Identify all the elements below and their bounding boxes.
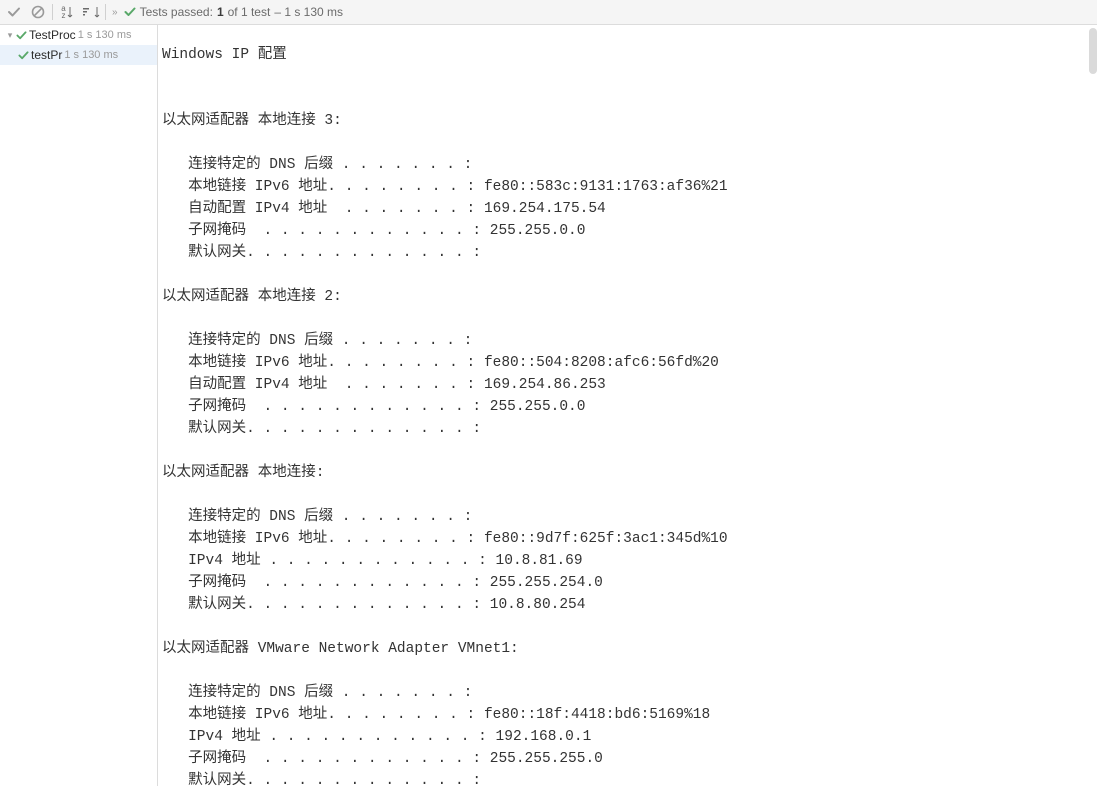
status-prefix: Tests passed: [140, 5, 213, 19]
test-toolbar: az » Tests passed: [0, 0, 1097, 25]
status-time: – 1 s 130 ms [274, 5, 343, 19]
sort-alpha-button[interactable]: az [55, 1, 79, 23]
sort-alpha-icon: az [61, 5, 65, 19]
test-status: Tests passed: 1 of 1 test – 1 s 130 ms [124, 5, 343, 19]
separator [52, 4, 53, 20]
forbidden-icon [31, 5, 45, 19]
sort-duration-button[interactable] [79, 1, 103, 23]
status-mid: of 1 test [228, 5, 271, 19]
node-name: TestProc [29, 28, 76, 42]
scrollbar-track[interactable] [1089, 26, 1097, 786]
show-ignored-toggle[interactable] [26, 1, 50, 23]
console-scroll[interactable]: Windows IP 配置 以太网适配器 本地连接 3: 连接特定的 DNS 后… [158, 25, 1097, 786]
scrollbar-thumb[interactable] [1089, 28, 1097, 74]
check-icon [7, 5, 21, 19]
console-output: Windows IP 配置 以太网适配器 本地连接 3: 连接特定的 DNS 后… [158, 40, 1097, 786]
separator [105, 4, 106, 20]
check-icon [124, 6, 136, 18]
tree-node-child[interactable]: testPr 1 s 130 ms [0, 45, 157, 65]
collapse-icon[interactable]: ▾ [4, 30, 16, 41]
expand-chevron-icon[interactable]: » [108, 7, 122, 18]
sort-duration-icon [83, 6, 93, 18]
node-time: 1 s 130 ms [78, 29, 132, 41]
status-count: 1 [217, 5, 224, 19]
test-tree[interactable]: ▾ TestProc 1 s 130 ms testPr 1 s 130 ms [0, 25, 158, 786]
show-passed-toggle[interactable] [2, 1, 26, 23]
tree-node-root[interactable]: ▾ TestProc 1 s 130 ms [0, 25, 157, 45]
node-time: 1 s 130 ms [64, 49, 118, 61]
check-icon [18, 50, 29, 61]
content-split: ▾ TestProc 1 s 130 ms testPr 1 s 130 ms … [0, 25, 1097, 786]
test-runner-panel: az » Tests passed: [0, 0, 1097, 786]
check-icon [16, 30, 27, 41]
node-name: testPr [31, 48, 62, 62]
